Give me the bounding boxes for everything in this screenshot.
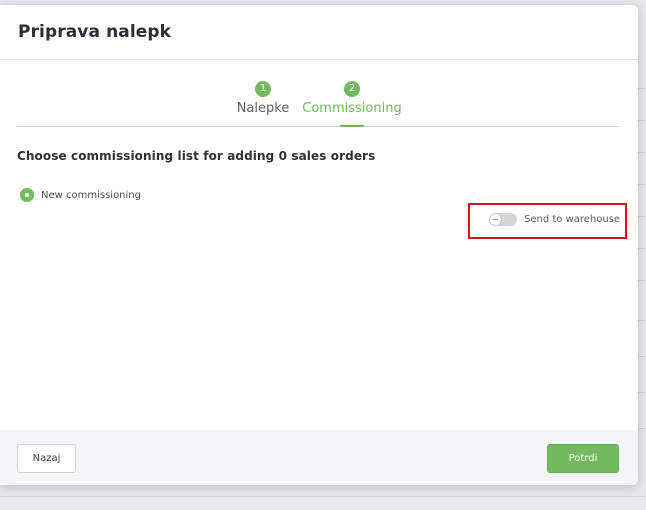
step-number: 1 (255, 81, 271, 97)
commissioning-heading: Choose commissioning list for adding 0 s… (17, 149, 376, 163)
wizard-stepper: 1 Nalepke 2 Commissioning (17, 81, 619, 127)
radio-label: New commissioning (41, 189, 141, 201)
toggle-knob-icon (490, 214, 501, 225)
dialog-footer: Nazaj Potrdi (0, 430, 638, 485)
send-to-warehouse-toggle[interactable]: Send to warehouse (489, 213, 620, 226)
step-label: Nalepke (236, 101, 290, 116)
label-preparation-dialog: Priprava nalepk 1 Nalepke 2 Commissionin… (0, 5, 638, 485)
new-commissioning-option[interactable]: New commissioning (20, 188, 141, 202)
dialog-header: Priprava nalepk (0, 5, 638, 60)
step-label: Commissioning (302, 101, 402, 116)
radio-selected-icon[interactable] (20, 188, 34, 202)
toggle-switch[interactable] (489, 213, 517, 226)
confirm-button[interactable]: Potrdi (547, 444, 619, 473)
active-step-indicator (340, 125, 364, 127)
step-commissioning[interactable]: 2 Commissioning (302, 81, 402, 116)
dialog-title: Priprava nalepk (18, 22, 172, 42)
toggle-label: Send to warehouse (524, 214, 621, 225)
step-labels[interactable]: 1 Nalepke (236, 81, 290, 116)
step-number: 2 (344, 81, 360, 97)
background-divider (0, 496, 646, 497)
back-button[interactable]: Nazaj (17, 444, 76, 473)
